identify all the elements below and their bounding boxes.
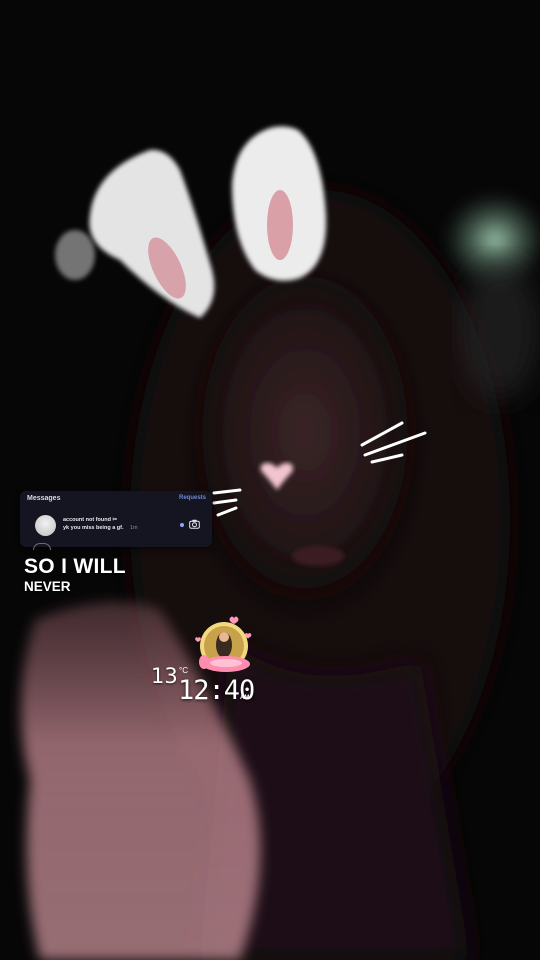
- temperature-unit: °C: [179, 666, 188, 675]
- avatar: [35, 515, 56, 536]
- scene-art: [21, 126, 540, 960]
- clock-period: AM: [240, 695, 250, 701]
- thread-name: account not found ✂: [63, 517, 118, 523]
- requests-link[interactable]: Requests: [179, 495, 206, 501]
- caption-line-2: NEVER: [24, 579, 71, 594]
- temperature-value: 13: [151, 664, 178, 688]
- photo-sticker[interactable]: [190, 612, 260, 682]
- photo-background: [0, 0, 540, 960]
- second-avatar-edge: [33, 543, 51, 550]
- thread-preview: yk you miss being a gf.: [63, 525, 124, 531]
- caption-line-1: SO I WILL: [24, 555, 126, 578]
- messages-title: Messages: [27, 495, 61, 502]
- grey-paint: [460, 260, 540, 400]
- unread-dot: [180, 523, 184, 527]
- lips: [292, 546, 344, 566]
- bunny-ear-left: [55, 149, 215, 318]
- face: [190, 275, 420, 625]
- messages-widget[interactable]: Messages Requests account not found ✂ yk…: [20, 491, 212, 547]
- thread-time: 1m: [130, 525, 138, 531]
- camera-icon[interactable]: [189, 519, 200, 529]
- clock-time: 12:40: [178, 675, 255, 706]
